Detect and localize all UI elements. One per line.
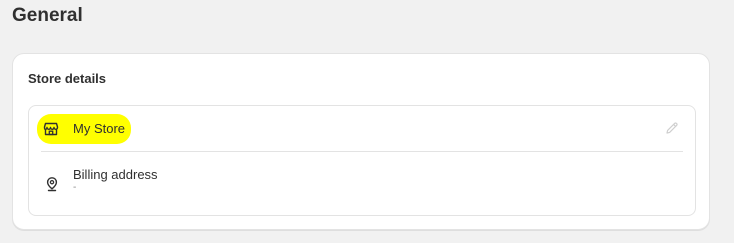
- store-details-box: My Store Billing address -: [28, 105, 696, 216]
- card-title: Store details: [28, 71, 107, 86]
- billing-address-value: -: [73, 182, 77, 193]
- store-name-row[interactable]: My Store: [29, 106, 695, 152]
- location-pin-icon: [44, 176, 60, 192]
- store-name: My Store: [73, 121, 126, 136]
- store-icon: [43, 121, 59, 137]
- billing-address-label: Billing address: [73, 167, 158, 182]
- billing-address-row[interactable]: Billing address -: [29, 152, 695, 216]
- store-details-card: Store details My Store Billing address -: [12, 53, 710, 230]
- pencil-icon[interactable]: [665, 121, 679, 135]
- page-title: General: [12, 5, 83, 26]
